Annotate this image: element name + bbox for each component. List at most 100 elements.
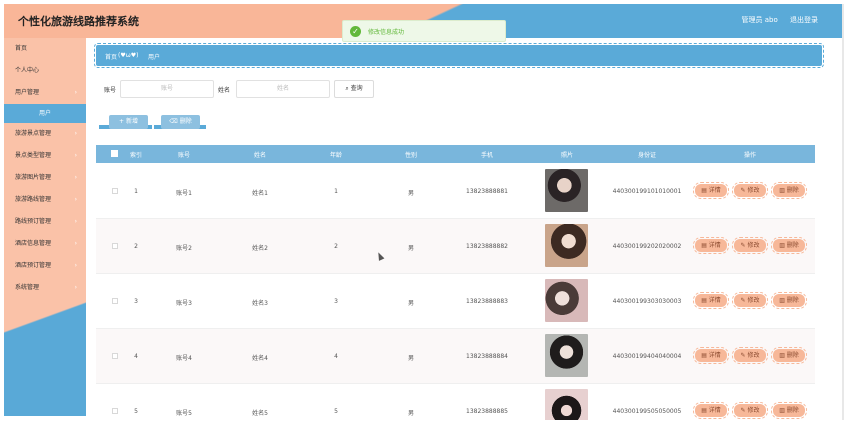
- breadcrumb-home[interactable]: 首页: [105, 52, 117, 61]
- detail-label: 详情: [708, 242, 721, 249]
- sidebar-item-hotels[interactable]: 酒店信息管理 ›: [4, 233, 86, 255]
- account-label: 账号: [104, 87, 117, 94]
- delete-label: 删除: [786, 187, 799, 194]
- sidebar-item-hotel-bookings[interactable]: 酒店预订管理 ›: [4, 255, 86, 277]
- sidebar-item-home[interactable]: 首页: [4, 38, 86, 60]
- sidebar-item-label: 景点类型管理: [15, 152, 52, 159]
- user-photo: [545, 389, 588, 420]
- edit-button[interactable]: ✎ 修改: [732, 182, 768, 199]
- header-ops: 操作: [743, 152, 757, 159]
- logout-link[interactable]: 退出登录: [790, 16, 818, 24]
- edit-label: 修改: [747, 352, 760, 359]
- chevron-icon: ›: [74, 89, 77, 96]
- batch-delete-button[interactable]: ⌫ 删除: [161, 115, 200, 129]
- chevron-icon: ›: [74, 152, 77, 159]
- query-button-label: 查询: [350, 85, 363, 92]
- sidebar-item-route-bookings[interactable]: 路线预订管理 ›: [4, 211, 86, 233]
- cell-index: 4: [134, 353, 138, 360]
- cell-name: 姓名3: [252, 300, 268, 307]
- sidebar-item-label: 系统管理: [15, 284, 40, 291]
- row-checkbox[interactable]: [112, 353, 118, 359]
- cell-idcard: 440300199404040004: [612, 353, 682, 360]
- cell-idcard: 440300199303030003: [612, 298, 682, 305]
- sidebar-item-attractions[interactable]: 旅游景点管理 ›: [4, 123, 86, 145]
- row-checkbox[interactable]: [112, 188, 118, 194]
- sidebar-item-label: 酒店信息管理: [15, 240, 52, 247]
- header-phone: 手机: [480, 152, 494, 159]
- detail-button[interactable]: ▤ 详情: [693, 182, 729, 199]
- name-label: 姓名: [218, 87, 231, 94]
- sidebar-item-label: 用户管理: [15, 89, 40, 96]
- header-gender: 性别: [404, 152, 418, 159]
- detail-button[interactable]: ▤ 详情: [693, 402, 729, 419]
- app-title: 个性化旅游线路推荐系统: [18, 15, 139, 28]
- detail-button[interactable]: ▤ 详情: [693, 292, 729, 309]
- detail-icon: ▤: [701, 187, 709, 194]
- edit-label: 修改: [747, 242, 760, 249]
- user-photo: [545, 169, 588, 212]
- detail-icon: ▤: [701, 352, 709, 359]
- delete-button[interactable]: ▥ 删除: [771, 292, 807, 309]
- sidebar-item-system[interactable]: 系统管理 ›: [4, 277, 86, 299]
- delete-button[interactable]: ▥ 删除: [771, 182, 807, 199]
- cell-age: 1: [334, 188, 338, 195]
- cell-phone: 13823888882: [466, 243, 508, 250]
- sidebar-item-travel-photos[interactable]: 旅游图片管理 ›: [4, 167, 86, 189]
- detail-button[interactable]: ▤ 详情: [693, 347, 729, 364]
- app-window: 个性化旅游线路推荐系统 管理员 abo 退出登录 ✓ 修改信息成功 首页 个人中…: [0, 0, 848, 424]
- row-checkbox[interactable]: [112, 243, 118, 249]
- header-photo: 照片: [560, 152, 574, 159]
- detail-icon: ▤: [701, 297, 709, 304]
- cell-gender: 男: [407, 245, 415, 252]
- detail-button[interactable]: ▤ 详情: [693, 237, 729, 254]
- header-account: 账号: [177, 152, 191, 159]
- edit-button[interactable]: ✎ 修改: [732, 347, 768, 364]
- cell-gender: 男: [407, 300, 415, 307]
- cell-age: 3: [334, 298, 338, 305]
- cell-phone: 13823888881: [466, 188, 508, 195]
- delete-label: 删除: [786, 242, 799, 249]
- cell-index: 1: [134, 188, 138, 195]
- cell-idcard: 440300199202020002: [612, 243, 682, 250]
- table-row: 4 账号4 姓名4 4 男 13823888884 44030019940404…: [96, 329, 815, 384]
- delete-icon: ⌫: [169, 118, 180, 125]
- row-checkbox[interactable]: [112, 298, 118, 304]
- cell-account: 账号4: [176, 355, 192, 362]
- detail-icon: ▤: [701, 242, 709, 249]
- detail-label: 详情: [708, 407, 721, 414]
- sidebar-item-attraction-types[interactable]: 景点类型管理 ›: [4, 145, 86, 167]
- select-all-checkbox[interactable]: [111, 150, 118, 157]
- cell-name: 姓名1: [252, 190, 268, 197]
- delete-button[interactable]: ▥ 删除: [771, 347, 807, 364]
- edit-button[interactable]: ✎ 修改: [732, 292, 768, 309]
- delete-button[interactable]: ▥ 删除: [771, 402, 807, 419]
- cell-name: 姓名2: [252, 245, 268, 252]
- account-search-input[interactable]: 账号: [120, 80, 214, 98]
- header-name: 姓名: [253, 152, 267, 159]
- toast-message: 修改信息成功: [368, 29, 405, 36]
- row-checkbox[interactable]: [112, 408, 118, 414]
- edit-label: 修改: [747, 407, 760, 414]
- cell-age: 4: [334, 353, 338, 360]
- delete-button[interactable]: ▥ 删除: [771, 237, 807, 254]
- cell-gender: 男: [407, 190, 415, 197]
- name-search-input[interactable]: 姓名: [236, 80, 330, 98]
- sidebar-item-label: 路线预订管理: [15, 218, 52, 225]
- sidebar-item-user-mgmt[interactable]: 用户管理 ›: [4, 82, 86, 104]
- trash-icon: ▥: [779, 297, 787, 304]
- add-button[interactable]: + 新增: [109, 115, 148, 129]
- cell-account: 账号5: [176, 410, 192, 417]
- header-idcard: 身份证: [637, 152, 657, 159]
- edit-button[interactable]: ✎ 修改: [732, 402, 768, 419]
- sidebar-item-label: 首页: [15, 45, 28, 52]
- sidebar-item-profile[interactable]: 个人中心: [4, 60, 86, 82]
- user-photo: [545, 224, 588, 267]
- chevron-icon: ›: [74, 196, 77, 203]
- query-button[interactable]: ⌕ 查询: [334, 80, 374, 98]
- edit-button[interactable]: ✎ 修改: [732, 237, 768, 254]
- edit-label: 修改: [747, 187, 760, 194]
- sidebar-item-routes[interactable]: 旅游路线管理 ›: [4, 189, 86, 211]
- detail-label: 详情: [708, 352, 721, 359]
- sidebar-subitem-users[interactable]: 用户: [4, 104, 86, 123]
- scrollbar[interactable]: [842, 4, 844, 420]
